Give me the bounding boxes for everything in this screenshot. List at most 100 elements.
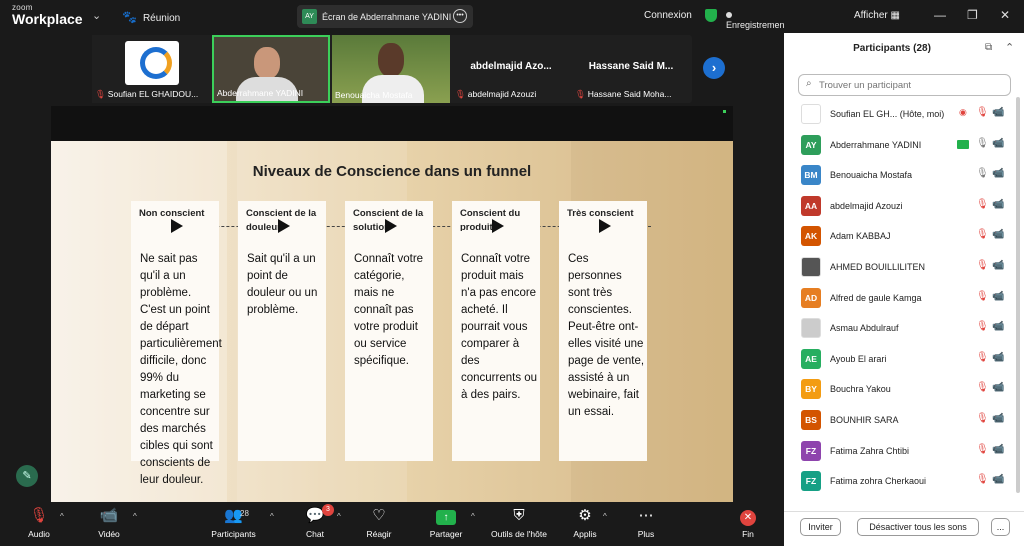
- camera-icon[interactable]: 📹: [992, 168, 1004, 179]
- audio-button[interactable]: 🎙 Audio: [24, 506, 54, 539]
- apps-button[interactable]: ⚙ Applis: [569, 506, 601, 539]
- more-options-button[interactable]: ...: [991, 518, 1010, 536]
- participant-row[interactable]: AK Adam KABBAJ 🎙 📹: [784, 221, 1014, 251]
- participant-avatar: FZ: [801, 440, 821, 461]
- mic-muted-icon[interactable]: 🎙: [976, 352, 989, 363]
- camera-off-icon[interactable]: 📹: [992, 444, 1004, 455]
- video-tile[interactable]: Hassane Said M... 🎙 Hassane Said Moha...: [572, 35, 690, 103]
- restore-icon[interactable]: ❐: [967, 8, 978, 22]
- panel-footer: Inviter Désactiver tous les sons ...: [784, 511, 1024, 546]
- participant-row[interactable]: AA abdelmajid Azouzi 🎙 📹: [784, 191, 1014, 221]
- chevron-up-icon[interactable]: ⌃: [1005, 41, 1014, 54]
- view-button[interactable]: Afficher ▦: [854, 10, 900, 21]
- participant-face: [254, 47, 280, 79]
- search-input[interactable]: [819, 78, 999, 92]
- mic-muted-icon[interactable]: 🎙: [976, 321, 989, 332]
- next-page-icon[interactable]: ›: [703, 57, 725, 79]
- participant-name: Abderrahmane YADINI: [830, 139, 922, 150]
- mic-muted-icon[interactable]: 🎙: [976, 229, 989, 240]
- stage-column: Conscient de la solution Connaît votre ca…: [345, 201, 433, 461]
- camera-off-icon[interactable]: 📹: [992, 382, 1004, 393]
- participant-row[interactable]: BM Benouaicha Mostafa 🎙 📹: [784, 160, 1014, 190]
- video-tile[interactable]: 🎙 Soufian EL GHAIDOU...: [92, 35, 210, 103]
- video-tile[interactable]: Benouaicha Mostafa: [332, 35, 450, 103]
- video-tile-active[interactable]: Abderrahmane YADINI: [212, 35, 330, 103]
- participant-row[interactable]: AE Ayoub El arari 🎙 📹: [784, 344, 1014, 374]
- react-button[interactable]: ♡ Réagir: [362, 506, 396, 539]
- share-options-icon[interactable]: ^: [471, 512, 475, 521]
- end-meeting-button[interactable]: ✕ Fin: [735, 506, 761, 539]
- camera-off-icon[interactable]: 📹: [992, 107, 1004, 118]
- popout-icon[interactable]: ⧉: [985, 42, 992, 53]
- chat-options-icon[interactable]: ^: [337, 512, 341, 521]
- mic-muted-icon[interactable]: 🎙: [976, 474, 989, 485]
- participant-avatar: BM: [801, 165, 821, 186]
- screen-share-banner[interactable]: AY Écran de Abderrahmane YADINI •••: [297, 5, 473, 28]
- participant-row[interactable]: AY Abderrahmane YADINI 🎙 📹: [784, 130, 1014, 160]
- meeting-info-button[interactable]: 🐾 Réunion: [122, 10, 180, 24]
- scrollbar[interactable]: [1016, 97, 1020, 493]
- participant-row[interactable]: BY Bouchra Yakou 🎙 📹: [784, 374, 1014, 404]
- participant-row[interactable]: AD Alfred de gaule Kamga 🎙 📹: [784, 283, 1014, 313]
- video-button[interactable]: 📹 Vidéo: [94, 506, 124, 539]
- camera-off-icon[interactable]: 📹: [992, 291, 1004, 302]
- camera-off-icon[interactable]: 📹: [992, 199, 1004, 210]
- camera-off-icon[interactable]: 📹: [992, 260, 1004, 271]
- logo-text-bottom: Workplace: [12, 11, 83, 27]
- mic-muted-icon[interactable]: 🎙: [976, 291, 989, 302]
- mic-muted-icon[interactable]: 🎙: [976, 260, 989, 271]
- mic-muted-icon[interactable]: 🎙: [976, 107, 989, 118]
- mic-muted-icon[interactable]: 🎙: [976, 382, 989, 393]
- mic-icon[interactable]: 🎙: [976, 138, 989, 149]
- chevron-down-icon[interactable]: ⌄: [92, 9, 101, 22]
- apps-icon: ⚙: [578, 507, 592, 524]
- video-tile[interactable]: abdelmajid Azo... 🎙 abdelmajid Azouzi: [452, 35, 570, 103]
- mic-muted-icon: 🎙: [575, 89, 586, 99]
- video-options-icon[interactable]: ^: [133, 512, 137, 521]
- host-tools-button[interactable]: ⛨ Outils de l'hôte: [486, 506, 552, 539]
- camera-off-icon[interactable]: 📹: [992, 321, 1004, 332]
- mic-muted-icon[interactable]: 🎙: [976, 413, 989, 424]
- share-button[interactable]: ↑ Partager: [426, 506, 466, 539]
- camera-off-icon[interactable]: 📹: [992, 229, 1004, 240]
- tile-name: Abderrahmane YADINI: [217, 88, 304, 98]
- camera-off-icon: 📹: [99, 507, 119, 524]
- mic-muted-icon[interactable]: 🎙: [976, 199, 989, 210]
- participant-row[interactable]: AHMED BOUILLILITEN 🎙 📹: [784, 252, 1014, 282]
- participant-row[interactable]: FZ Fatima Zahra Chtibi 🎙 📹: [784, 436, 1014, 466]
- slide-title: Niveaux de Conscience dans un funnel: [252, 163, 532, 180]
- chat-button[interactable]: 💬 3 Chat: [300, 504, 334, 539]
- participants-options-icon[interactable]: ^: [270, 512, 274, 521]
- view-label: Afficher: [854, 10, 888, 21]
- participants-button[interactable]: 👥 28 Participants: [206, 506, 261, 539]
- mute-all-button[interactable]: Désactiver tous les sons: [857, 518, 979, 536]
- camera-off-icon[interactable]: 📹: [992, 474, 1004, 485]
- more-options-icon[interactable]: •••: [453, 9, 467, 23]
- camera-off-icon[interactable]: 📹: [992, 352, 1004, 363]
- participant-row[interactable]: Asmau Abdulrauf 🎙 📹: [784, 313, 1014, 343]
- stage-column: Conscient de la douleur Sait qu'il a un p…: [238, 201, 326, 461]
- stage-body: Connaît votre produit mais n'a pas encor…: [461, 253, 538, 401]
- tile-name: Soufian EL GHAIDOU...: [107, 89, 199, 99]
- camera-off-icon[interactable]: 📹: [992, 413, 1004, 424]
- zoom-window: zoom Workplace ⌄ 🐾 Réunion AY Écran de Ab…: [0, 0, 1024, 546]
- mic-icon[interactable]: 🎙: [976, 168, 989, 179]
- security-shield-icon[interactable]: [705, 9, 717, 22]
- participant-row[interactable]: FZ Fatima zohra Cherkaoui 🎙 📹: [784, 466, 1014, 496]
- participant-search[interactable]: ⌕: [798, 74, 1011, 96]
- audio-options-icon[interactable]: ^: [60, 512, 64, 521]
- recording-icon: ◉: [959, 107, 967, 117]
- participant-row[interactable]: Soufian EL GH... (Hôte, moi) ◉ 🎙 📹: [784, 99, 1014, 129]
- invite-button[interactable]: Inviter: [800, 518, 841, 536]
- stage-body: Ne sait pas qu'il a un problème. C'est u…: [140, 253, 222, 486]
- participant-row[interactable]: BS BOUNHIR SARA 🎙 📹: [784, 405, 1014, 435]
- mic-muted-icon[interactable]: 🎙: [976, 444, 989, 455]
- close-window-icon[interactable]: ✕: [1000, 8, 1010, 22]
- apps-options-icon[interactable]: ^: [603, 512, 607, 521]
- minimize-icon[interactable]: —: [934, 8, 946, 22]
- camera-icon[interactable]: 📹: [992, 138, 1004, 149]
- more-button[interactable]: ⋯ Plus: [632, 506, 660, 539]
- annotate-pen-icon[interactable]: ✎: [16, 465, 38, 487]
- connection-status[interactable]: Connexion: [644, 10, 692, 21]
- zoom-logo: zoom Workplace: [12, 4, 83, 27]
